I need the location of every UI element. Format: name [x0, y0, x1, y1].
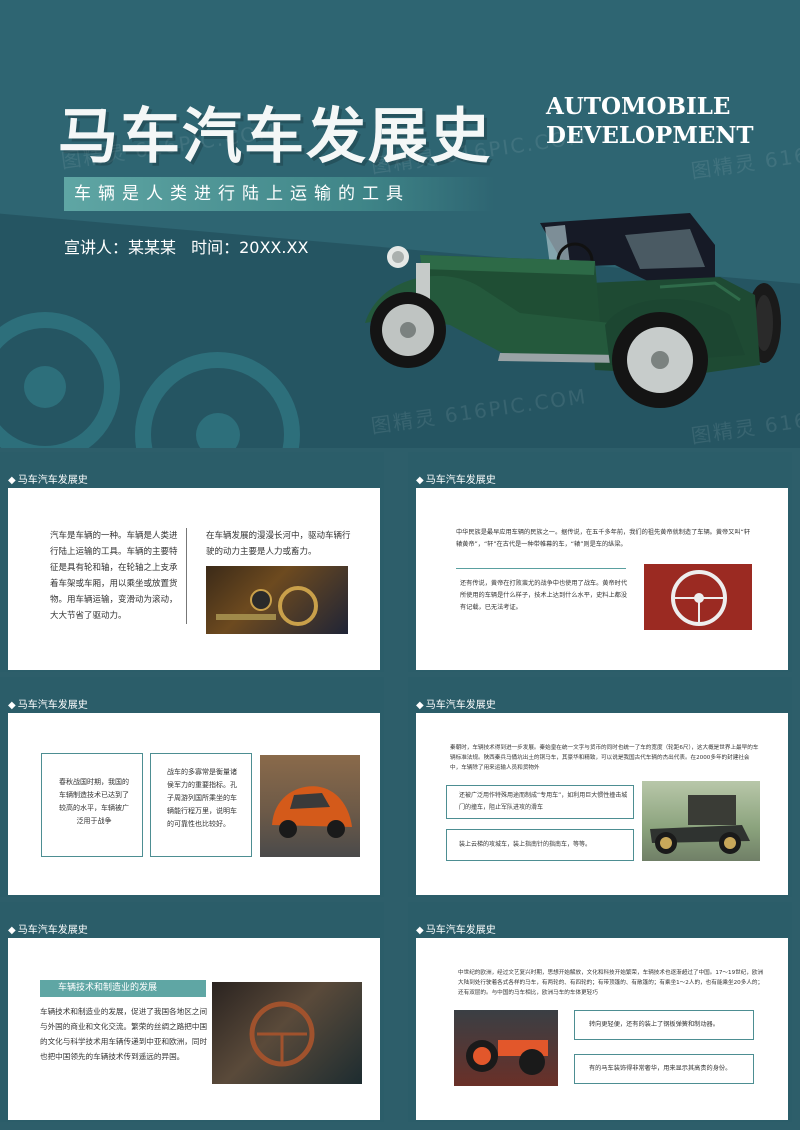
slide-1: 马车汽车发展史 汽车是车辆的一种。车辆是人类进行陆上运输的工具。车辆的主要特征是… — [0, 452, 384, 672]
slide-text: 秦朝时，车辆技术得到进一步发展。秦始皇在统一文字与货币的同时也统一了车的宽度（轮… — [450, 745, 759, 771]
speaker-info: 宣讲人：某某某 时间：20XX.XX — [64, 234, 318, 258]
slide-text: 中华民族是最早应用车辆的民族之一。据传说，在五千多年前，我们的祖先黄帝就制造了车… — [456, 529, 751, 548]
slide-2: 马车汽车发展史 中华民族是最早应用车辆的民族之一。据传说，在五千多年前，我们的祖… — [408, 452, 792, 672]
slide-text: 在车辆发展的漫漫长河中，驱动车辆行驶的动力主要是人力或畜力。 — [206, 531, 351, 557]
slide-text: 战车的多寡常是衡量诸侯军力的重要指标。孔子周游列国所乘坐的车辆能行程万里，说明车… — [167, 768, 237, 828]
slide-label: 马车汽车发展史 — [416, 921, 496, 936]
text-box: 还被广泛用作特殊用途而制成“专用车”，如利用巨大惯性撞击城门的撞车，阻止军队进攻… — [446, 785, 634, 819]
slide-card: 汽车是车辆的一种。车辆是人类进行陆上运输的工具。车辆的主要特征是具有轮和轴，在轮… — [8, 488, 380, 670]
hotrod-photo — [454, 1010, 558, 1086]
slide-card: 中世纪的欧洲，经过文艺复兴时期，思想开始解放，文化和科技开始繁荣，车辆技术也逐渐… — [416, 938, 788, 1120]
slide-4: 马车汽车发展史 秦朝时，车辆技术得到进一步发展。秦始皇在统一文字与货币的同时也统… — [408, 677, 792, 897]
slide-text: 转向更轻便，还有的装上了钢板弹簧和制动器。 — [589, 1021, 719, 1028]
slide-text: 装上云梯的攻城车，装上指南针的指南车，等等。 — [459, 841, 592, 848]
car-illustration — [365, 213, 781, 408]
slide-label: 马车汽车发展史 — [8, 471, 88, 486]
slide-text: 春秋战国时期，我国的车辆制造技术已达到了较高的水平，车辆被广泛用于战争 — [59, 778, 129, 825]
slide-label: 马车汽车发展史 — [416, 471, 496, 486]
page-title: 马车汽车发展史 — [58, 102, 492, 172]
divider — [456, 568, 626, 569]
slide-label: 马车汽车发展史 — [416, 696, 496, 711]
slide-card: 车辆技术和制造业的发展 车辆技术和制造业的发展，促进了我国各地区之间与外国的商业… — [8, 938, 380, 1120]
vintage-car-photo — [642, 781, 760, 861]
steering-wheel-photo — [644, 564, 752, 630]
text-box: 有的马车装饰得非常奢华，用来显示其高贵的身份。 — [574, 1054, 754, 1084]
slide-text: 还有传说，黄帝在打败蚩尤的战争中也使用了战车。黄帝时代所使用的车辆是什么样子，技… — [460, 580, 628, 611]
english-title: AUTOMOBILE DEVELOPMENT — [546, 92, 754, 150]
slide-text: 有的马车装饰得非常奢华，用来显示其高贵的身份。 — [589, 1065, 732, 1072]
english-title-line: AUTOMOBILE — [546, 93, 731, 120]
slide-label: 马车汽车发展史 — [8, 696, 88, 711]
section-heading: 车辆技术和制造业的发展 — [40, 980, 206, 997]
slide-text: 还被广泛用作特殊用途而制成“专用车”，如利用巨大惯性撞击城门的撞车，阻止军队进攻… — [459, 792, 628, 811]
slide-text: 汽车是车辆的一种。车辆是人类进行陆上运输的工具。车辆的主要特征是具有轮和轴，在轮… — [50, 531, 178, 621]
time-label: 时间：20XX.XX — [191, 238, 309, 257]
slide-card: 秦朝时，车辆技术得到进一步发展。秦始皇在统一文字与货币的同时也统一了车的宽度（轮… — [416, 713, 788, 895]
interior-photo — [212, 982, 362, 1084]
slide-text: 车辆技术和制造业的发展，促进了我国各地区之间与外国的商业和文化交流。繁荣的丝绸之… — [40, 1007, 208, 1061]
english-title-line: DEVELOPMENT — [546, 122, 754, 149]
hero-slide: 图精灵 616PIC.COM 图精灵 616PIC.COM 图精灵 616PIC… — [0, 0, 800, 448]
speaker-label: 宣讲人：某某某 — [64, 238, 177, 257]
text-box: 装上云梯的攻城车，装上指南针的指南车，等等。 — [446, 829, 634, 861]
slide-6: 马车汽车发展史 中世纪的欧洲，经过文艺复兴时期，思想开始解放，文化和科技开始繁荣… — [408, 902, 792, 1122]
slide-card: 春秋战国时期，我国的车辆制造技术已达到了较高的水平，车辆被广泛用于战争 战车的多… — [8, 713, 380, 895]
text-box: 战车的多寡常是衡量诸侯军力的重要指标。孔子周游列国所乘坐的车辆能行程万里，说明车… — [150, 753, 252, 857]
text-box: 转向更轻便，还有的装上了钢板弹簧和制动器。 — [574, 1010, 754, 1040]
slide-label: 马车汽车发展史 — [8, 921, 88, 936]
slide-3: 马车汽车发展史 春秋战国时期，我国的车辆制造技术已达到了较高的水平，车辆被广泛用… — [0, 677, 384, 897]
slide-5: 马车汽车发展史 车辆技术和制造业的发展 车辆技术和制造业的发展，促进了我国各地区… — [0, 902, 384, 1122]
slide-text: 中世纪的欧洲，经过文艺复兴时期，思想开始解放，文化和科技开始繁荣，车辆技术也逐渐… — [458, 970, 764, 996]
divider — [186, 528, 187, 624]
orange-car-photo — [260, 755, 360, 857]
text-box: 春秋战国时期，我国的车辆制造技术已达到了较高的水平，车辆被广泛用于战争 — [41, 753, 143, 857]
slide-card: 中华民族是最早应用车辆的民族之一。据传说，在五千多年前，我们的祖先黄帝就制造了车… — [416, 488, 788, 670]
dashboard-photo — [206, 566, 348, 634]
